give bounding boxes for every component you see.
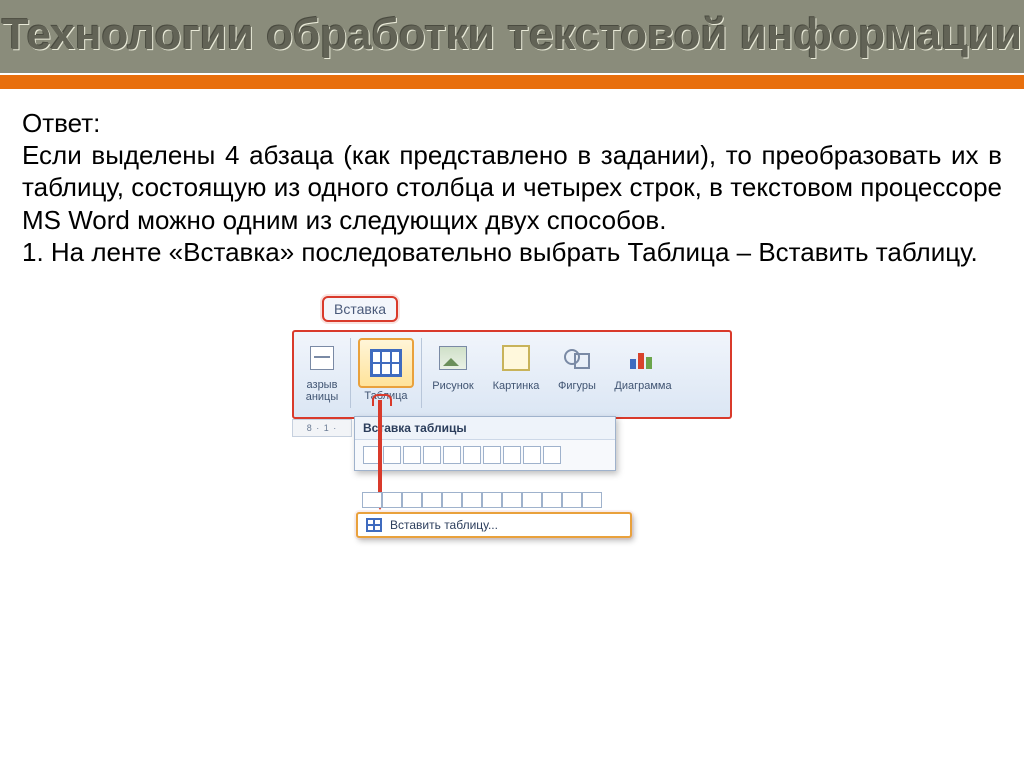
clipart-icon <box>496 338 536 378</box>
picture-label: Рисунок <box>432 380 474 392</box>
ribbon-group-shapes[interactable]: Фигуры <box>548 332 606 394</box>
menu-insert-table-label: Вставить таблицу... <box>390 518 498 532</box>
slide: Технологии обработки текстовой информаци… <box>0 0 1024 767</box>
content-area: Ответ: Если выделены 4 абзаца (как предс… <box>0 91 1024 547</box>
ribbon-group-clipart[interactable]: Картинка <box>484 332 548 394</box>
table-button[interactable] <box>358 338 414 388</box>
clipart-label: Картинка <box>493 380 540 392</box>
pagebreak-icon <box>302 338 342 378</box>
word-ribbon-figure: Вставка азрыв аницы Таблица <box>292 296 732 546</box>
table-dropdown[interactable]: Вставка таблицы <box>354 416 616 471</box>
mini-table-icon <box>366 518 382 532</box>
picture-icon <box>433 338 473 378</box>
ruler-fragment: 8 · 1 · <box>292 419 352 437</box>
chart-label: Диаграмма <box>614 380 671 392</box>
slide-title: Технологии обработки текстовой информаци… <box>0 10 1024 61</box>
menu-insert-table[interactable]: Вставить таблицу... <box>356 512 632 538</box>
dropdown-title: Вставка таблицы <box>355 417 615 440</box>
ribbon-group-pagebreak[interactable]: азрыв аницы <box>294 332 350 405</box>
chart-icon <box>623 338 663 378</box>
ribbon-group-chart[interactable]: Диаграмма <box>606 332 680 394</box>
ribbon-tab-insert[interactable]: Вставка <box>322 296 398 322</box>
answer-label: Ответ: <box>22 107 1002 140</box>
answer-paragraph-2: 1. На ленте «Вставка» последовательно вы… <box>22 236 1002 269</box>
ribbon-group-picture[interactable]: Рисунок <box>422 332 484 394</box>
answer-paragraph-1: Если выделены 4 абзаца (как представлено… <box>22 139 1002 236</box>
ribbon: азрыв аницы Таблица Рисунок <box>292 330 732 419</box>
table-size-grid[interactable] <box>355 440 615 470</box>
table-size-grid-row2 <box>362 492 600 508</box>
accent-bar <box>0 73 1024 91</box>
shapes-label: Фигуры <box>558 380 596 392</box>
title-block: Технологии обработки текстовой информаци… <box>0 0 1024 73</box>
table-icon <box>370 349 402 377</box>
shapes-icon <box>557 338 597 378</box>
pagebreak-label: азрыв аницы <box>306 380 339 403</box>
